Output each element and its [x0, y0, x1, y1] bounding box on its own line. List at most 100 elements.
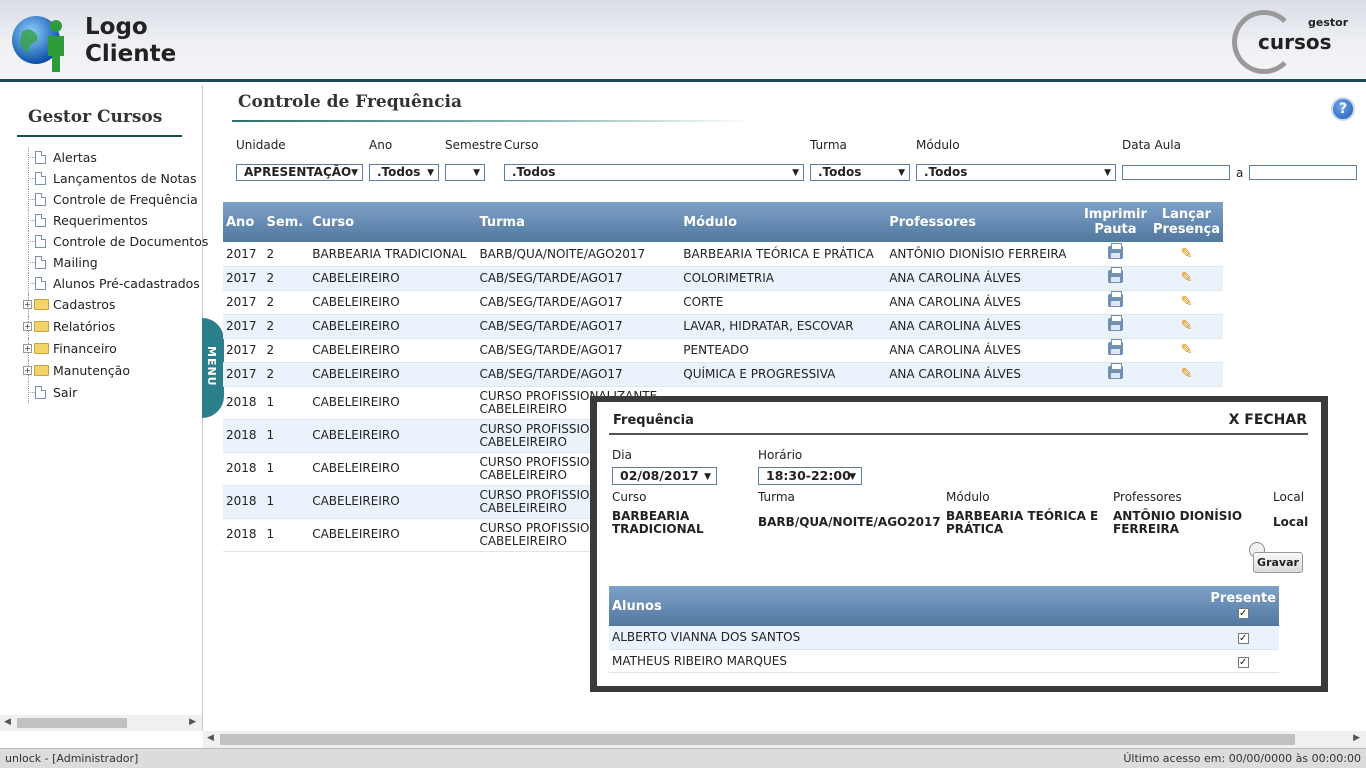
expand-plus-icon[interactable]: +	[23, 322, 32, 331]
sidebar-item[interactable]: Alunos Pré-cadastrados	[22, 273, 202, 294]
print-icon[interactable]	[1107, 339, 1123, 355]
filter-ano-label: Ano	[369, 138, 393, 152]
col-professores[interactable]: Professores	[886, 202, 1081, 242]
aluno-presente-cell: ✓	[1207, 626, 1279, 650]
ano-select[interactable]: .Todos ▼	[369, 164, 439, 181]
modulo-select[interactable]: .Todos ▼	[916, 164, 1116, 181]
cell-sem: 2	[263, 242, 310, 267]
col-modulo[interactable]: Módulo	[680, 202, 887, 242]
col-ano[interactable]: Ano	[223, 202, 264, 242]
cell-professores: ANA CAROLINA ÁLVES	[886, 314, 1081, 339]
expand-plus-icon[interactable]: +	[23, 344, 32, 353]
cell-sem: 2	[263, 266, 310, 291]
sidebar-item[interactable]: Lançamentos de Notas	[22, 168, 202, 189]
dia-label: Dia	[612, 448, 632, 462]
scroll-right-icon[interactable]: ▶	[1353, 733, 1360, 743]
expand-plus-icon[interactable]: +	[23, 300, 32, 309]
professores-label: Professores	[1113, 490, 1182, 504]
table-header-row: Ano Sem. Curso Turma Módulo Professores …	[223, 202, 1223, 242]
scroll-left-icon[interactable]: ◀	[4, 717, 11, 727]
sidebar-item[interactable]: Sair	[22, 382, 202, 403]
sidebar-item[interactable]: Alertas	[22, 147, 202, 168]
print-icon[interactable]	[1107, 267, 1123, 283]
col-lancar-presenca: Lançar Presença	[1149, 202, 1223, 242]
gravar-button[interactable]: Gravar	[1253, 552, 1303, 573]
select-all-checkbox[interactable]: ✓	[1237, 608, 1249, 619]
print-icon[interactable]	[1107, 315, 1123, 331]
cell-turma-line1: BARB/QUA/NOITE/AGO2017	[479, 246, 646, 261]
print-icon[interactable]	[1107, 242, 1123, 259]
curso-select[interactable]: .Todos ▼	[504, 164, 804, 181]
unidade-select[interactable]: APRESENTAÇÃO ▼	[236, 164, 363, 181]
menu-toggle-tab[interactable]: MENU	[202, 318, 224, 418]
cell-professores: ANA CAROLINA ÁLVES	[886, 266, 1081, 291]
scroll-right-icon[interactable]: ▶	[189, 717, 196, 727]
cell-turma-line1: CAB/SEG/TARDE/AGO17	[479, 295, 623, 309]
cell-sem: 1	[263, 386, 310, 420]
document-icon	[35, 277, 46, 290]
pencil-icon[interactable]: ✎	[1181, 318, 1193, 334]
sidebar-scroll-thumb[interactable]	[17, 718, 127, 728]
semestre-select[interactable]: ▼	[445, 164, 485, 181]
col-presente: Presente ✓	[1207, 586, 1279, 626]
presente-checkbox[interactable]: ✓	[1237, 656, 1249, 668]
data-aula-start-input[interactable]	[1122, 165, 1230, 180]
cell-sem: 2	[263, 362, 310, 387]
pencil-icon[interactable]: ✎	[1181, 270, 1193, 286]
sidebar-item[interactable]: + Financeiro	[22, 338, 202, 360]
pencil-icon[interactable]: ✎	[1181, 342, 1193, 358]
sidebar-item[interactable]: + Cadastros	[22, 294, 202, 316]
help-icon[interactable]: ?	[1331, 97, 1355, 121]
data-aula-end-input[interactable]	[1249, 165, 1357, 180]
cell-curso: CABELEIREIRO	[309, 290, 477, 315]
col-lancar-line1: Lançar	[1161, 207, 1212, 222]
tree-guide	[28, 283, 35, 284]
col-curso[interactable]: Curso	[309, 202, 477, 242]
sidebar-item[interactable]: + Manutenção	[22, 360, 202, 382]
horario-label: Horário	[758, 448, 803, 462]
horario-select[interactable]: 18:30-22:00 ▼	[758, 467, 862, 485]
pencil-icon[interactable]: ✎	[1181, 366, 1193, 382]
modal-close-button[interactable]: X FECHAR	[1229, 412, 1307, 428]
main-scroll-thumb[interactable]	[220, 734, 1295, 745]
col-turma[interactable]: Turma	[476, 202, 681, 242]
turma-select[interactable]: .Todos ▼	[810, 164, 910, 181]
col-presente-label: Presente	[1210, 591, 1276, 606]
cell-curso: CABELEIREIRO	[309, 452, 477, 486]
cell-imprimir	[1080, 242, 1150, 267]
sidebar-title: Gestor Cursos	[28, 107, 163, 127]
pencil-icon[interactable]: ✎	[1181, 294, 1193, 310]
sidebar-scrollbar[interactable]: ◀ ▶	[0, 715, 202, 731]
professores-value: ANTÔNIO DIONÍSIO FERREIRA	[1113, 509, 1243, 536]
sidebar-item[interactable]: Controle de Documentos	[22, 231, 208, 252]
ano-select-value: .Todos	[377, 165, 421, 179]
sidebar-item-label: Mailing	[53, 255, 98, 270]
tree-guide	[28, 199, 35, 200]
brand-big-text: cursos	[1258, 30, 1332, 54]
page-title: Controle de Frequência	[238, 92, 462, 112]
unidade-select-value: APRESENTAÇÃO	[244, 165, 352, 179]
cell-curso: CABELEIREIRO	[309, 338, 477, 363]
status-bar: unlock - [Administrador] Último acesso e…	[0, 748, 1366, 768]
sidebar-item[interactable]: Requerimentos	[22, 210, 202, 231]
cell-professores: ANA CAROLINA ÁLVES	[886, 338, 1081, 363]
sidebar-item[interactable]: Controle de Frequência	[22, 189, 202, 210]
scroll-left-icon[interactable]: ◀	[207, 733, 214, 743]
curso-label: Curso	[612, 490, 647, 504]
cell-turma-line1: CAB/SEG/TARDE/AGO17	[479, 367, 623, 381]
dia-select[interactable]: 02/08/2017 ▼	[612, 467, 717, 485]
expand-plus-icon[interactable]: +	[23, 366, 32, 375]
pencil-icon[interactable]: ✎	[1181, 246, 1193, 262]
sidebar-item[interactable]: Mailing	[22, 252, 202, 273]
presente-checkbox[interactable]: ✓	[1237, 633, 1249, 645]
cell-imprimir	[1080, 266, 1150, 291]
sidebar: Gestor Cursos Alertas Lançamentos de Nota…	[0, 85, 208, 731]
chevron-down-icon: ▼	[473, 168, 480, 178]
sidebar-item[interactable]: + Relatórios	[22, 316, 202, 338]
chevron-down-icon: ▼	[427, 168, 434, 178]
print-icon[interactable]	[1107, 291, 1123, 307]
main-scrollbar[interactable]: ◀ ▶	[203, 731, 1366, 748]
col-sem[interactable]: Sem.	[263, 202, 310, 242]
print-icon[interactable]	[1107, 363, 1123, 379]
cell-professores: ANTÔNIO DIONÍSIO FERREIRA	[886, 242, 1081, 267]
